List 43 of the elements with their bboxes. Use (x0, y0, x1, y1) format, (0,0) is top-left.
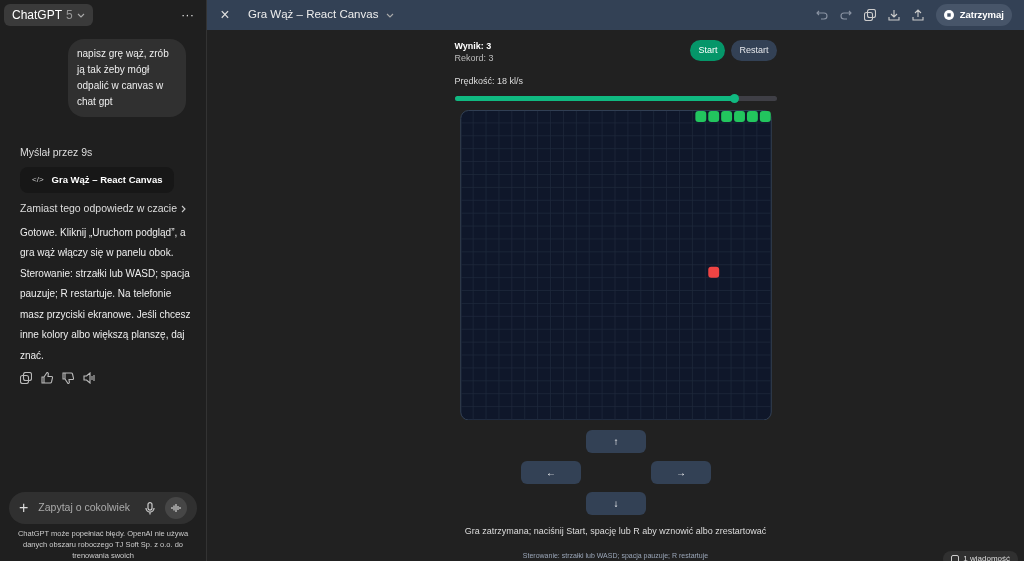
canvas-chip[interactable]: </> Gra Wąż – React Canvas (20, 166, 175, 193)
canvas-title[interactable]: Gra Wąż – React Canvas (248, 6, 395, 24)
chevron-down-icon (76, 12, 85, 18)
start-button[interactable]: Start (690, 40, 726, 61)
undo-icon[interactable] (815, 10, 828, 20)
status-text: Gra zatrzymana; naciśnij Start, spację lub R aby wznowić albo zrestartować (464, 525, 767, 538)
restart-button[interactable]: Restart (731, 40, 777, 61)
stop-icon (943, 10, 954, 20)
download-icon[interactable] (887, 9, 900, 21)
speaker-icon[interactable] (83, 372, 95, 384)
chevron-down-icon (386, 12, 395, 18)
share-icon[interactable] (911, 9, 924, 21)
voice-mode-icon[interactable] (165, 497, 187, 519)
chat-answer-link[interactable]: Zamiast tego odpowiedz w czacie (20, 200, 186, 217)
close-button[interactable]: × (219, 3, 231, 27)
record-label: Rekord: 3 (454, 52, 494, 64)
message-badge[interactable]: 1 wiadomość (943, 551, 1018, 561)
copy-icon[interactable] (20, 372, 32, 384)
copy-icon[interactable] (863, 9, 876, 21)
microphone-icon[interactable] (145, 501, 155, 515)
redo-icon[interactable] (839, 10, 852, 20)
plus-button[interactable]: + (19, 496, 29, 520)
down-arrow-button[interactable]: ↓ (586, 492, 646, 515)
slider-thumb[interactable] (730, 93, 740, 103)
answer-text: Gotowe. Kliknij „Uruchom podgląd”, a gra wąż włączy się w panelu obok. Sterowanie: strzałki lub WASD; spacja pauzuje; R restartuje. Na telefonie masz przyciski ekranowe. Jeśli chcesz inne kolory albo większą planszę, daj znać. (20, 225, 192, 363)
right-arrow-button[interactable]: → (651, 461, 711, 484)
left-arrow-button[interactable]: ← (521, 461, 581, 484)
up-arrow-button[interactable]: ↑ (586, 430, 646, 453)
speed-label: Prędkość: 18 kl/s (454, 75, 525, 88)
message-input[interactable]: Zapytaj o cokolwiek (38, 500, 135, 516)
speed-slider[interactable] (454, 93, 777, 103)
score-label: Wynik: 3 (454, 40, 493, 52)
thumbs-up-icon[interactable] (41, 372, 53, 384)
composer-field[interactable]: + Zapytaj o cokolwiek (9, 492, 197, 524)
code-icon: </> (32, 173, 44, 186)
message-icon (951, 555, 960, 561)
thumbs-down-icon[interactable] (62, 372, 74, 384)
chevron-right-icon (181, 204, 186, 213)
user-message: napisz grę wąż, zrób ją tak żeby mógł odpalić w canvas w chat gpt (68, 39, 186, 117)
model-selector[interactable]: ChatGPT 5 (4, 4, 93, 26)
stop-button[interactable]: Zatrzymaj (935, 4, 1012, 26)
thought-label[interactable]: Myślał przez 9s (20, 145, 186, 161)
more-button[interactable]: ··· (181, 5, 194, 25)
